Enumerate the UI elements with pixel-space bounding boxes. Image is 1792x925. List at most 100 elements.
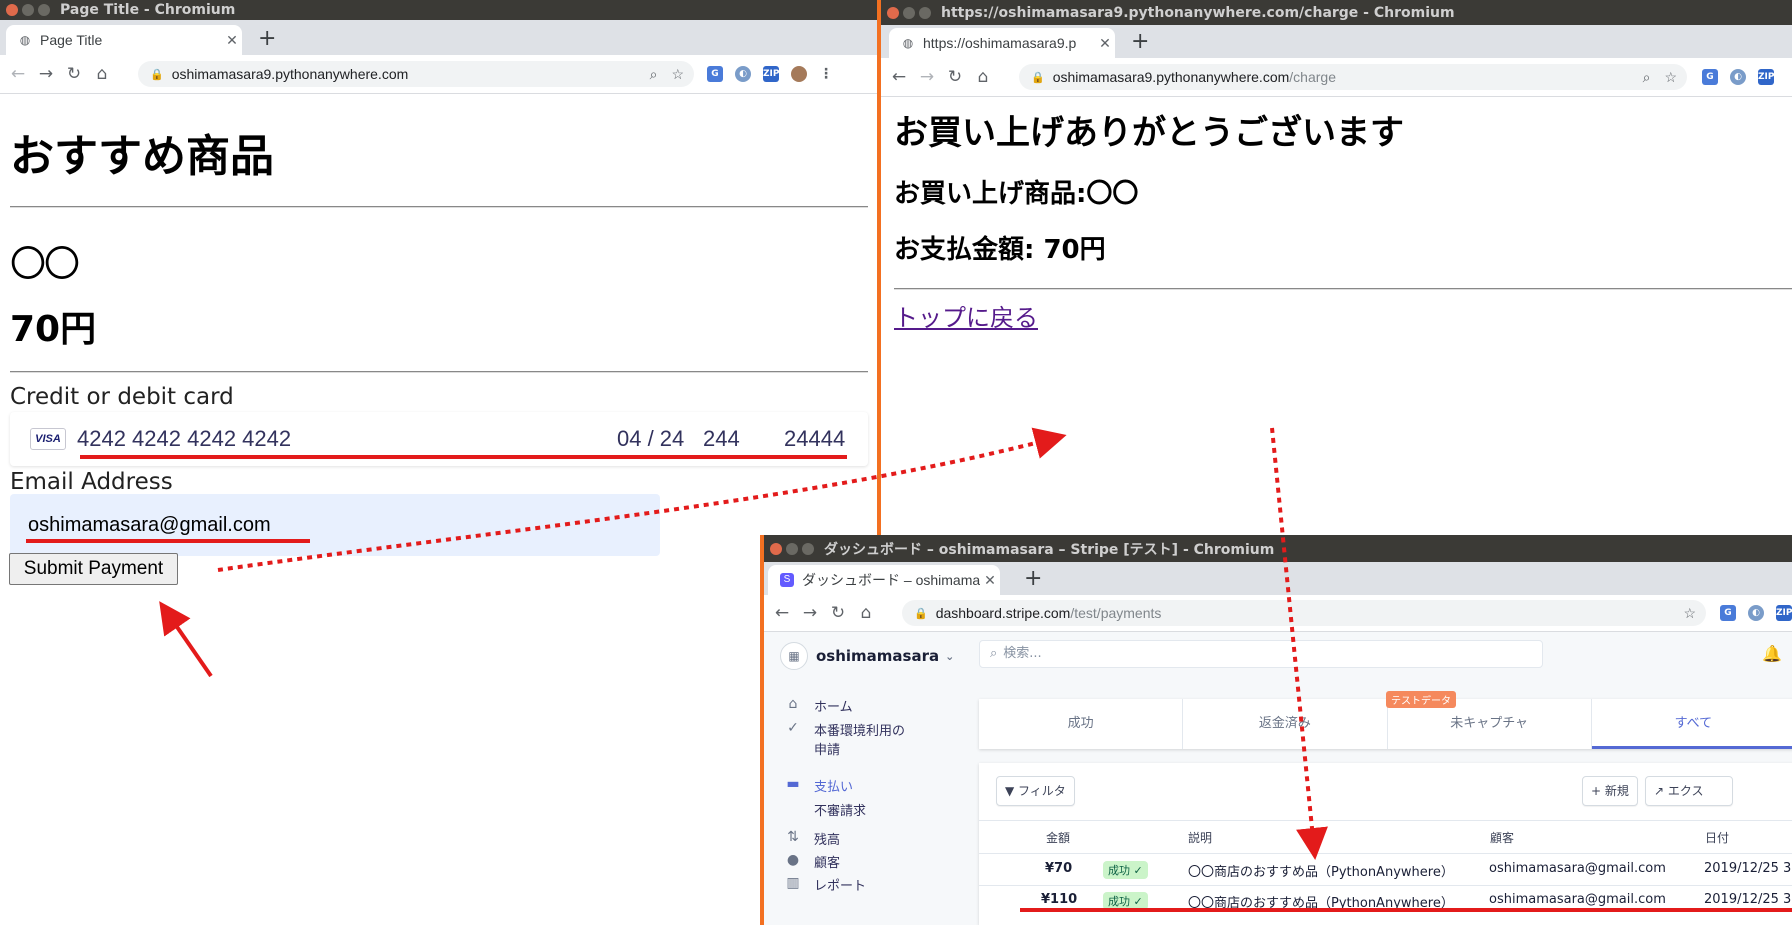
window-stripe-dashboard: ダッシュボード – oshimamasara – Stripe [テスト] - … <box>760 535 1792 925</box>
zip-extension-icon[interactable]: ZIP <box>1758 69 1774 85</box>
close-tab-icon[interactable]: ✕ <box>222 32 242 49</box>
url-path: /charge <box>1289 69 1336 85</box>
email-field[interactable]: oshimamasara@gmail.com <box>10 494 660 556</box>
back-to-top-link[interactable]: トップに戻る <box>894 298 1038 333</box>
menu-icon[interactable]: ⋮ <box>819 66 833 82</box>
close-tab-icon[interactable]: ✕ <box>1095 35 1115 52</box>
tab-all[interactable]: すべて <box>1591 699 1792 749</box>
column-description[interactable]: 説明 <box>1188 829 1212 846</box>
maximize-icon[interactable] <box>802 542 814 555</box>
tab-refunded[interactable]: 返金済み <box>1183 699 1388 749</box>
extension-icon[interactable]: ◐ <box>735 66 751 82</box>
close-icon[interactable] <box>887 6 899 19</box>
reload-icon[interactable]: ↻ <box>824 603 852 623</box>
nav-balance[interactable]: ⇅ 残高 <box>784 829 840 848</box>
back-icon[interactable]: ← <box>4 64 32 84</box>
new-button[interactable]: + 新規 <box>1582 776 1638 806</box>
zip-extension-icon[interactable]: ZIP <box>1776 605 1792 621</box>
stripe-icon: S <box>780 573 794 587</box>
filter-button[interactable]: ▼ フィルタ <box>996 776 1075 806</box>
column-customer[interactable]: 顧客 <box>1490 829 1514 846</box>
row-amount: ¥110 <box>1041 892 1078 907</box>
nav-activate[interactable]: ✓ 本番環境利用の 申請 <box>784 720 905 758</box>
address-bar[interactable]: 🔒 oshimamasara9.pythonanywhere.com/charg… <box>1019 64 1687 90</box>
address-bar[interactable]: 🔒 dashboard.stripe.com/test/payments ☆ <box>902 600 1706 626</box>
minimize-icon[interactable] <box>22 4 34 16</box>
divider <box>894 288 1792 290</box>
nav-payments[interactable]: ▬ 支払い <box>784 776 853 795</box>
globe-icon: ◍ <box>19 33 31 47</box>
close-icon[interactable] <box>770 542 782 555</box>
status-badge: 成功 ✓ <box>1103 892 1148 910</box>
card-zip[interactable]: 24444 <box>784 426 845 452</box>
translate-extension-icon[interactable]: G <box>707 66 723 82</box>
minimize-icon[interactable] <box>903 6 915 19</box>
email-value: oshimamasara@gmail.com <box>28 514 271 536</box>
nav-reports[interactable]: ▥ レポート <box>784 875 866 894</box>
table-row[interactable]: ¥70 成功 ✓ 〇〇商店のおすすめ品（PythonAnywhere） oshi… <box>979 853 1792 886</box>
tab-succeeded[interactable]: 成功 <box>979 699 1184 749</box>
purchased-item: お買い上げ商品:〇〇 <box>894 179 1139 209</box>
address-bar[interactable]: 🔒 oshimamasara9.pythonanywhere.com ⌕ ☆ <box>138 61 694 87</box>
new-tab-icon[interactable]: + <box>1131 29 1149 54</box>
forward-icon[interactable]: → <box>32 64 60 84</box>
tab-title: https://oshimamasara9.p <box>923 35 1077 51</box>
account-switcher[interactable]: ▦ oshimamasara ⌄ <box>780 642 954 670</box>
maximize-icon[interactable] <box>919 6 931 19</box>
minimize-icon[interactable] <box>786 542 798 555</box>
forward-icon[interactable]: → <box>796 603 824 623</box>
zoom-icon[interactable]: ⌕ <box>650 66 658 83</box>
card-number[interactable]: 4242 4242 4242 4242 <box>77 426 291 452</box>
star-icon[interactable]: ☆ <box>1683 605 1696 622</box>
bell-icon[interactable]: 🔔 <box>1762 644 1782 663</box>
column-date[interactable]: 日付 <box>1705 829 1729 846</box>
new-tab-icon[interactable]: + <box>258 26 276 51</box>
window2-tab[interactable]: ◍ https://oshimamasara9.p ✕ <box>889 28 1115 58</box>
filter-icon: ▼ <box>1005 784 1019 798</box>
window1-tab[interactable]: ◍ Page Title ✕ <box>6 25 242 55</box>
table-row[interactable]: ¥110 成功 ✓ 〇〇商店のおすすめ品（PythonAnywhere） osh… <box>979 886 1792 918</box>
back-icon[interactable]: ← <box>885 67 913 87</box>
forward-icon[interactable]: → <box>913 67 941 87</box>
extension-icon[interactable]: ◐ <box>1730 69 1746 85</box>
reports-icon: ▥ <box>786 875 800 891</box>
reload-icon[interactable]: ↻ <box>941 67 969 87</box>
star-icon[interactable]: ☆ <box>671 66 684 83</box>
avatar[interactable] <box>791 66 807 82</box>
row-date: 2019/12/25 3:27 <box>1704 892 1792 907</box>
search-input[interactable]: ⌕ 検索... <box>979 640 1543 668</box>
search-placeholder: 検索... <box>1003 646 1042 661</box>
translate-extension-icon[interactable]: G <box>1702 69 1718 85</box>
export-button[interactable]: ↗ エクス <box>1645 776 1733 806</box>
window3-titlebar: ダッシュボード – oshimamasara – Stripe [テスト] - … <box>764 535 1792 562</box>
home-icon[interactable]: ⌂ <box>852 603 880 623</box>
nav-customers[interactable]: ● 顧客 <box>784 852 840 871</box>
close-icon[interactable] <box>6 4 18 16</box>
reload-icon[interactable]: ↻ <box>60 64 88 84</box>
column-amount[interactable]: 金額 <box>1046 829 1070 846</box>
card-input[interactable]: VISA 4242 4242 4242 4242 04 / 24 244 244… <box>10 412 868 466</box>
new-tab-icon[interactable]: + <box>1024 566 1042 591</box>
check-icon: ✓ <box>787 720 799 736</box>
submit-payment-button[interactable]: Submit Payment <box>9 553 178 585</box>
stripe-sidebar: ▦ oshimamasara ⌄ ⌂ ホーム ✓ 本番環境利用の 申請 ▬ 支払い 不審… <box>764 632 969 925</box>
card-expiry[interactable]: 04 / 24 <box>617 426 684 452</box>
url-text: oshimamasara9.pythonanywhere.com <box>171 66 409 82</box>
row-amount: ¥70 <box>1045 861 1073 876</box>
translate-extension-icon[interactable]: G <box>1720 605 1736 621</box>
home-icon[interactable]: ⌂ <box>969 67 997 87</box>
maximize-icon[interactable] <box>38 4 50 16</box>
star-icon[interactable]: ☆ <box>1664 69 1677 86</box>
card-cvc[interactable]: 244 <box>703 426 740 452</box>
extension-icon[interactable]: ◐ <box>1748 605 1764 621</box>
nav-home[interactable]: ⌂ ホーム <box>784 696 853 715</box>
zoom-icon[interactable]: ⌕ <box>1643 69 1651 86</box>
window3-tab[interactable]: S ダッシュボード – oshimama ✕ <box>768 565 1000 595</box>
zip-extension-icon[interactable]: ZIP <box>763 66 779 82</box>
nav-disputes[interactable]: 不審請求 <box>784 800 866 819</box>
back-icon[interactable]: ← <box>768 603 796 623</box>
close-tab-icon[interactable]: ✕ <box>980 572 1000 589</box>
status-badge: 成功 ✓ <box>1103 861 1148 879</box>
home-icon[interactable]: ⌂ <box>88 64 116 84</box>
divider <box>10 206 868 208</box>
